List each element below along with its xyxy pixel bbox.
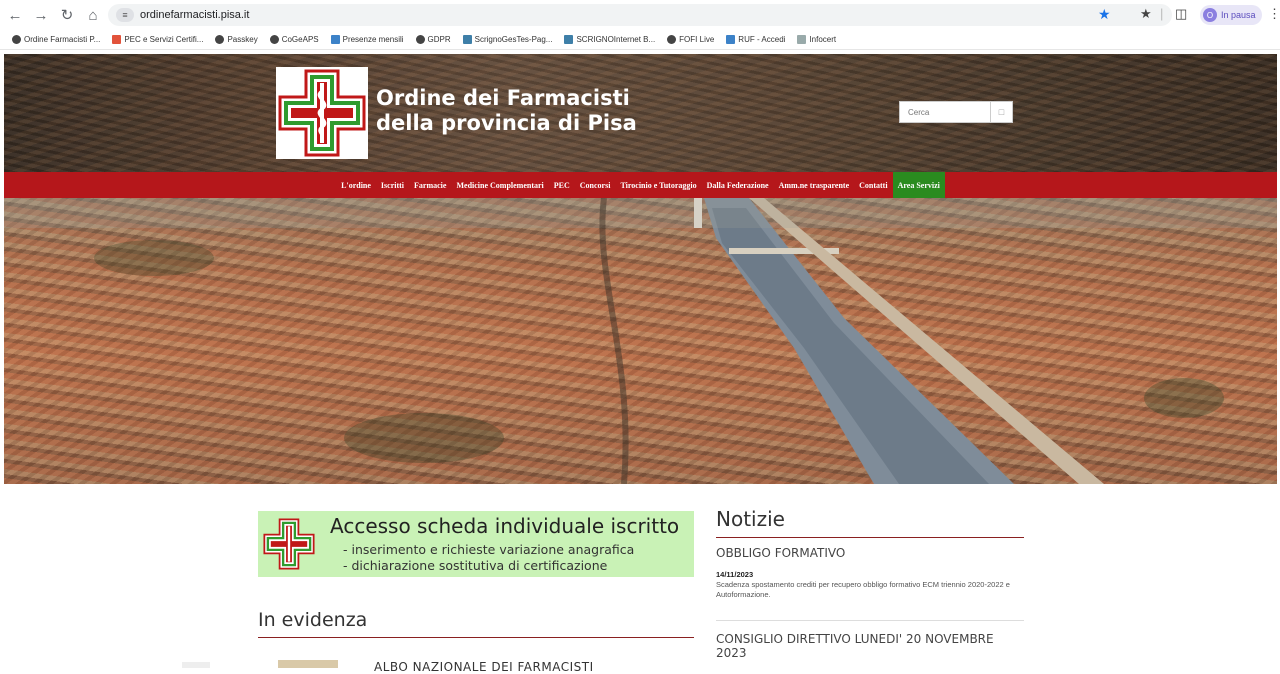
infocert-icon (797, 35, 807, 44)
bookmark-item[interactable]: SCRIGNOInternet B... (564, 35, 655, 44)
bookmark-item[interactable]: RUF - Accedi (726, 35, 785, 44)
news-heading-line1: CONSIGLIO DIRETTIVO LUNEDI' 20 NOVEMBRE (716, 632, 994, 646)
banner-title: Accesso scheda individuale iscritto (330, 514, 680, 538)
site-header: Ordine dei Farmacisti della provincia di… (4, 54, 1277, 172)
bookmark-label: Ordine Farmacisti P... (24, 35, 101, 44)
globe-icon (215, 35, 225, 44)
bookmark-star-icon[interactable]: ★ (1098, 6, 1111, 23)
banner-line-1: - inserimento e richieste variazione ana… (343, 542, 635, 557)
bookmark-item[interactable]: Presenze mensili (330, 35, 404, 44)
bookmark-label: ScrignoGesTes-Pag... (474, 35, 553, 44)
main-navigation: L'ordine Iscritti Farmacie Medicine Comp… (4, 172, 1277, 198)
site-info-icon[interactable]: ≡ (116, 8, 134, 22)
news-separator (716, 620, 1024, 621)
notizie-divider (716, 537, 1024, 538)
nav-item-dalla-federazione[interactable]: Dalla Federazione (702, 172, 774, 198)
globe-icon (269, 35, 279, 44)
globe-icon (415, 35, 425, 44)
scrigno-icon (564, 35, 574, 44)
scrigno-icon (462, 35, 472, 44)
nav-item-tirocinio[interactable]: Tirocinio e Tutoraggio (615, 172, 701, 198)
bookmark-item[interactable]: PEC e Servizi Certifi... (112, 35, 203, 44)
nav-item-contatti[interactable]: Contatti (854, 172, 892, 198)
news-item-date: 14/11/2023 (716, 570, 754, 579)
org-name-line1: Ordine dei Farmacisti (376, 86, 630, 110)
bookmark-item[interactable]: ScrignoGesTes-Pag... (462, 35, 553, 44)
news-heading-line2: 2023 (716, 646, 747, 660)
bookmarks-bar: Ordine Farmacisti P... PEC e Servizi Cer… (0, 30, 1280, 50)
bookmark-label: SCRIGNOInternet B... (576, 35, 656, 44)
access-scheda-banner[interactable]: Accesso scheda individuale iscritto - in… (258, 511, 694, 577)
org-name-line2: della provincia di Pisa (376, 111, 637, 135)
nav-item-pec[interactable]: PEC (549, 172, 575, 198)
pharmacy-cross-logo[interactable] (276, 67, 368, 159)
url-text: ordinefarmacisti.pisa.it (140, 9, 250, 21)
news-item-heading[interactable]: OBBLIGO FORMATIVO (716, 546, 845, 560)
news-item-heading[interactable]: CONSIGLIO DIRETTIVO LUNEDI' 20 NOVEMBRE … (716, 632, 994, 660)
back-arrow-icon[interactable]: ← (4, 4, 26, 26)
evidenza-thumbnail-left (182, 662, 210, 668)
nav-item-lordine[interactable]: L'ordine (336, 172, 376, 198)
notizie-heading: Notizie (716, 507, 785, 531)
address-bar[interactable]: ≡ ordinefarmacisti.pisa.it (108, 4, 1172, 26)
nav-item-medicine-complementari[interactable]: Medicine Complementari (451, 172, 548, 198)
home-icon[interactable]: ⌂ (82, 4, 104, 26)
in-evidenza-divider (258, 637, 694, 638)
profile-label: In pausa (1221, 10, 1256, 20)
forward-arrow-icon[interactable]: → (30, 4, 52, 26)
extensions-icon[interactable]: ★ (1140, 6, 1152, 22)
bookmark-label: RUF - Accedi (738, 35, 786, 44)
plus-icon (112, 35, 122, 44)
bookmark-item[interactable]: FOFI Live (667, 35, 714, 44)
bookmark-label: PEC e Servizi Certifi... (124, 35, 204, 44)
profile-avatar-icon: O (1203, 8, 1217, 22)
bookmark-label: Passkey (227, 35, 258, 44)
nav-item-area-servizi[interactable]: Area Servizi (892, 172, 945, 198)
side-panel-icon[interactable]: ◫ (1175, 6, 1187, 22)
search-button-icon[interactable]: □ (990, 102, 1012, 122)
nav-item-amministrazione-trasparente[interactable]: Amm.ne trasparente (774, 172, 855, 198)
news-item-text: Scadenza spostamento crediti per recuper… (716, 580, 1010, 599)
banner-line-2: - dichiarazione sostitutiva di certifica… (343, 558, 608, 573)
reload-icon[interactable]: ↻ (56, 4, 78, 26)
nav-item-iscritti[interactable]: Iscritti (376, 172, 409, 198)
toolbar-divider: | (1160, 6, 1164, 21)
nav-item-concorsi[interactable]: Concorsi (575, 172, 616, 198)
header-background-texture (4, 54, 1277, 172)
evidenza-thumbnail[interactable] (278, 660, 338, 668)
profile-button[interactable]: O In pausa (1200, 5, 1262, 25)
site-search: □ (899, 101, 1013, 123)
hero-river-illustration (4, 198, 1277, 484)
nav-item-farmacie[interactable]: Farmacie (409, 172, 451, 198)
ruf-icon (726, 35, 736, 44)
browser-toolbar: ← → ↻ ⌂ ≡ ordinefarmacisti.pisa.it ★ ★ |… (0, 0, 1280, 30)
globe-icon (12, 35, 21, 44)
search-input[interactable] (900, 102, 990, 122)
bookmark-item[interactable]: CoGeAPS (269, 35, 319, 44)
bookmark-label: CoGeAPS (281, 35, 319, 44)
bookmark-label: Infocert (809, 35, 837, 44)
presenze-icon (330, 35, 340, 44)
menu-kebab-icon[interactable]: ⋮ (1268, 6, 1280, 22)
hero-city-aerial-image (4, 198, 1277, 484)
bookmark-label: GDPR (427, 35, 451, 44)
bookmark-label: Presenze mensili (342, 35, 404, 44)
in-evidenza-heading: In evidenza (258, 609, 368, 631)
bookmark-item[interactable]: Passkey (215, 35, 258, 44)
bookmark-label: FOFI Live (679, 35, 715, 44)
globe-icon (667, 35, 677, 44)
bookmark-item[interactable]: GDPR (415, 35, 451, 44)
bookmark-item[interactable]: Ordine Farmacisti P... (12, 35, 100, 44)
pharmacy-cross-icon (263, 518, 315, 570)
evidenza-item-title[interactable]: ALBO NAZIONALE DEI FARMACISTI (374, 660, 594, 674)
bookmark-item[interactable]: Infocert (797, 35, 836, 44)
organization-name[interactable]: Ordine dei Farmacisti della provincia di… (376, 86, 637, 136)
